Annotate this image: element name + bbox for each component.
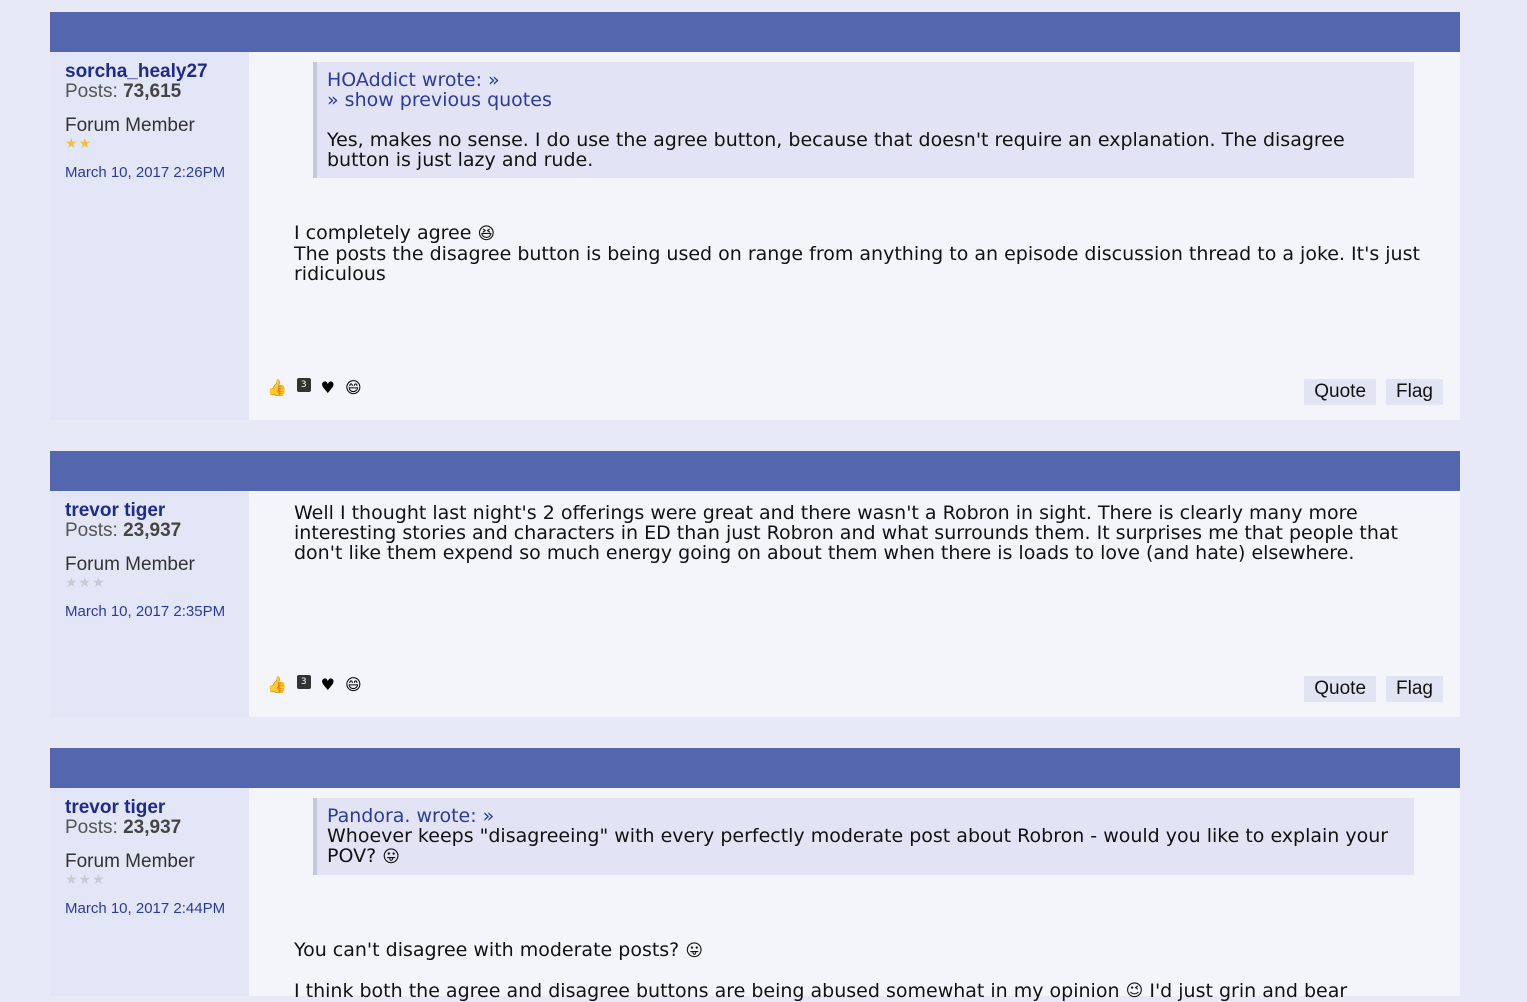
heart-icon[interactable]: ♥ — [321, 675, 335, 694]
author-role: Forum Member — [65, 554, 195, 575]
rank-stars: ★★ — [65, 136, 93, 152]
post-actions: Quote Flag — [1304, 379, 1443, 405]
post-date-link[interactable]: March 10, 2017 2:44PM — [65, 900, 249, 917]
thumbs-up-icon[interactable]: 👍 — [267, 378, 287, 397]
reactions-bar: 👍 3 ♥ 😄 — [267, 674, 362, 694]
quote-text: Yes, makes no sense. I do use the agree … — [327, 129, 1345, 171]
post-header — [50, 748, 1460, 788]
post-count: Posts: 73,615 — [65, 81, 182, 102]
tongue-out-emoji-icon: 😛 — [382, 846, 400, 867]
author-role: Forum Member — [65, 115, 195, 136]
post-count: Posts: 23,937 — [65, 817, 182, 838]
post-1: sorcha_healy27 Posts: 73,615 Forum Membe… — [50, 12, 1460, 420]
author-panel: sorcha_healy27 Posts: 73,615 Forum Membe… — [50, 52, 249, 420]
post-date-link[interactable]: March 10, 2017 2:35PM — [65, 603, 249, 620]
tongue-out-emoji-icon: 😛 — [685, 940, 704, 961]
post-text: You can't disagree with moderate posts? … — [294, 939, 1348, 1002]
post-3: trevor tiger Posts: 23,937 Forum Member … — [50, 748, 1460, 1001]
reactions-bar: 👍 3 ♥ 😄 — [267, 377, 362, 397]
post-2: trevor tiger Posts: 23,937 Forum Member … — [50, 451, 1460, 717]
quote-button[interactable]: Quote — [1304, 676, 1377, 702]
flag-button[interactable]: Flag — [1386, 379, 1443, 405]
author-panel: trevor tiger Posts: 23,937 Forum Member … — [50, 491, 249, 717]
laugh-icon[interactable]: 😄 — [345, 378, 362, 397]
thumbs-up-icon[interactable]: 👍 — [267, 675, 287, 694]
flag-button[interactable]: Flag — [1386, 676, 1443, 702]
heart-icon[interactable]: ♥ — [321, 378, 335, 397]
author-name[interactable]: trevor tiger — [65, 798, 249, 818]
show-previous-quotes-link[interactable]: » show previous quotes — [327, 90, 1404, 110]
reaction-count-badge: 3 — [296, 674, 311, 689]
blockquote: HOAddict wrote: » » show previous quotes… — [313, 62, 1414, 178]
post-content: Well I thought last night's 2 offerings … — [249, 491, 1460, 717]
author-name[interactable]: trevor tiger — [65, 501, 249, 521]
post-content: HOAddict wrote: » » show previous quotes… — [249, 52, 1460, 420]
quote-button[interactable]: Quote — [1304, 379, 1377, 405]
post-header — [50, 12, 1460, 52]
author-name[interactable]: sorcha_healy27 — [65, 62, 249, 82]
post-header — [50, 451, 1460, 491]
post-date-link[interactable]: March 10, 2017 2:26PM — [65, 164, 249, 181]
post-actions: Quote Flag — [1304, 676, 1443, 702]
post-count: Posts: 23,937 — [65, 520, 182, 541]
author-role: Forum Member — [65, 851, 195, 872]
wink-emoji-icon: 😉 — [1125, 981, 1144, 1001]
laugh-icon[interactable]: 😄 — [345, 675, 362, 694]
rank-stars: ★★★ — [65, 575, 106, 591]
rank-stars: ★★★ — [65, 872, 106, 888]
author-panel: trevor tiger Posts: 23,937 Forum Member … — [50, 788, 249, 996]
post-text: I completely agree 😆 The posts the disag… — [294, 222, 1420, 285]
blockquote: Pandora. wrote: » Whoever keeps "disagre… — [313, 798, 1414, 875]
quote-attribution-link[interactable]: Pandora. wrote: » — [327, 806, 1404, 826]
post-content: Pandora. wrote: » Whoever keeps "disagre… — [249, 788, 1460, 1001]
post-text: Well I thought last night's 2 offerings … — [294, 502, 1399, 564]
quote-text: Whoever keeps "disagreeing" with every p… — [327, 825, 1389, 867]
laughing-emoji-icon: 😆 — [477, 223, 496, 244]
quote-attribution-link[interactable]: HOAddict wrote: » — [327, 70, 1404, 90]
reaction-count-badge: 3 — [296, 377, 311, 392]
